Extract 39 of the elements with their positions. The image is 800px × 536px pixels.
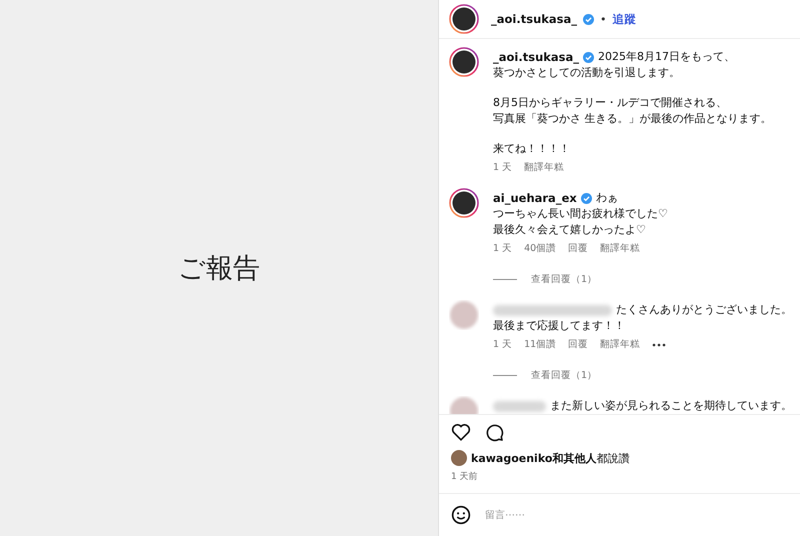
comment-meta: 40個讚 (524, 242, 556, 255)
comment-meta[interactable]: 回覆 (568, 338, 588, 351)
comment-field[interactable]: 留言⋯⋯ (483, 508, 788, 522)
comment-text: 葵つかさとしての活動を引退します。 (493, 65, 681, 81)
comment-text: 最後久々会えて嬉しかったよ♡ (493, 222, 647, 238)
more-icon[interactable] (652, 342, 666, 346)
heart-icon[interactable] (451, 423, 471, 441)
comment-meta: 1 天 (493, 161, 512, 174)
follow-link[interactable]: 追蹤 (612, 12, 637, 26)
comment-icon[interactable] (485, 423, 504, 442)
comment-text: つーちゃん長い間お疲れ様でした♡ (493, 206, 668, 222)
comment-text: 最後まで応援してます！！ (493, 318, 626, 334)
post-time: 1 天前 (450, 470, 479, 484)
comment-meta[interactable]: 翻譯年糕 (600, 338, 640, 351)
comment-text: 8月5日からギャラリー・ルデコで開催される、 (493, 95, 728, 111)
comment-text: たくさんありがとうございました。 (616, 302, 792, 318)
comment-meta: 11個讚 (524, 338, 556, 351)
comment-meta[interactable]: 回覆 (568, 242, 588, 255)
comment-text: 来てね！！！！ (493, 141, 571, 157)
comment-meta[interactable]: 翻譯年糕 (600, 242, 640, 255)
avatar[interactable] (449, 188, 479, 218)
view-replies-link[interactable]: 查看回覆（1） (531, 273, 598, 286)
username[interactable]: _aoi.tsukasa_ (491, 12, 578, 26)
comment-meta: 1 天 (493, 242, 512, 255)
comment-meta: 翻譯年糕 (524, 161, 564, 174)
separator: • (600, 12, 607, 26)
emoji-icon[interactable] (451, 505, 471, 525)
comment-text: わぁ (596, 190, 618, 206)
view-replies-link[interactable]: 查看回覆（1） (531, 369, 598, 382)
post-caption: ご報告 (178, 252, 260, 286)
likes-summary: kawagoeniko和其他人都說讚 (471, 450, 630, 466)
comment-meta: 1 天 (493, 338, 512, 351)
comment-text: また新しい姿が見られることを期待しています。 (550, 398, 792, 414)
avatar[interactable] (449, 47, 479, 77)
avatar[interactable] (449, 4, 479, 34)
comment-text: 2025年8月17日をもって、 (598, 49, 736, 65)
username[interactable]: ai_uehara_ex (493, 191, 577, 205)
username[interactable]: _aoi.tsukasa_ (493, 50, 580, 64)
comment-text: 写真展「葵つかさ 生きる。」が最後の作品となります。 (493, 111, 772, 127)
